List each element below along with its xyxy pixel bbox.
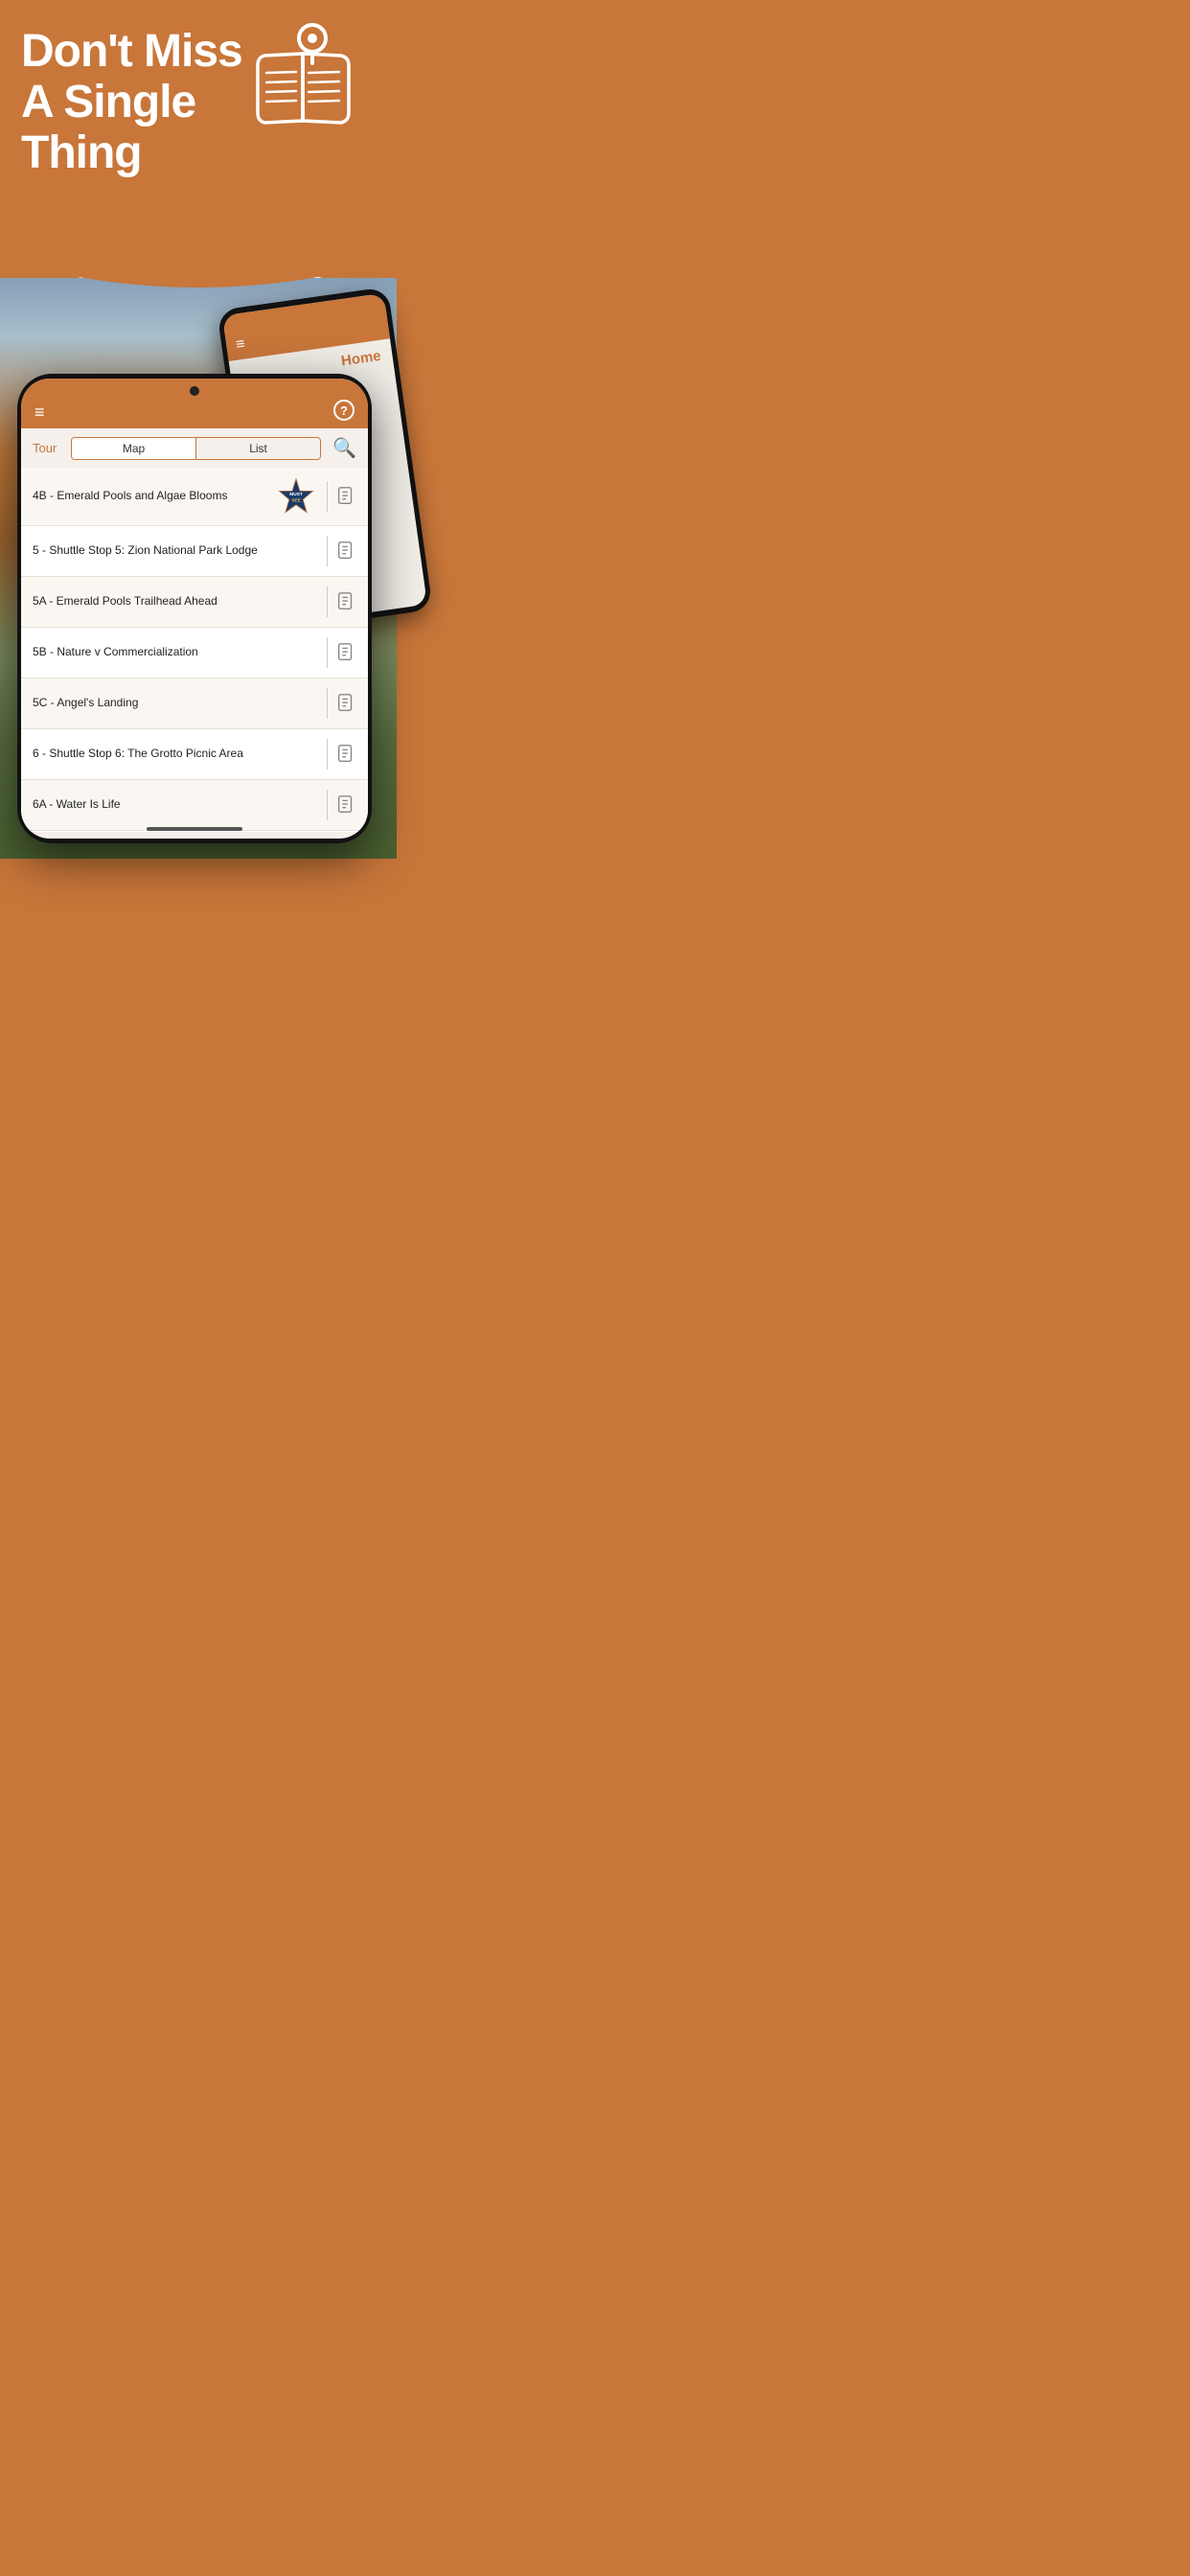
document-icon[interactable] bbox=[335, 794, 356, 816]
item-text: 6 - Shuttle Stop 6: The Grotto Picnic Ar… bbox=[33, 747, 319, 762]
main-phone-screen: ≡ ? Tour Map List 🔍 4B - Emerald Pools a… bbox=[21, 379, 368, 839]
background-hamburger-icon: ≡ bbox=[235, 336, 246, 355]
list-item[interactable]: 6A - Water Is Life bbox=[21, 780, 368, 831]
document-icon[interactable] bbox=[335, 642, 356, 663]
divider bbox=[327, 739, 329, 770]
document-icon[interactable] bbox=[335, 744, 356, 765]
list-item[interactable]: 5A - Emerald Pools Trailhead Ahead bbox=[21, 577, 368, 628]
item-text: 5B - Nature v Commercialization bbox=[33, 645, 319, 660]
divider bbox=[327, 688, 329, 719]
list-item[interactable]: 4B - Emerald Pools and Algae Blooms MUST… bbox=[21, 468, 368, 526]
tab-bar: Tour Map List 🔍 bbox=[21, 428, 368, 468]
hero-line2: A Single bbox=[21, 77, 195, 127]
svg-text:MUST: MUST bbox=[289, 492, 303, 497]
map-list-tabs: Map List bbox=[71, 437, 321, 460]
help-button[interactable]: ? bbox=[333, 400, 355, 421]
divider bbox=[327, 637, 329, 668]
divider bbox=[327, 586, 329, 617]
item-text: 5A - Emerald Pools Trailhead Ahead bbox=[33, 594, 319, 610]
main-phone: ≡ ? Tour Map List 🔍 4B - Emerald Pools a… bbox=[17, 374, 372, 843]
divider bbox=[327, 790, 329, 820]
tour-label: Tour bbox=[33, 441, 63, 455]
svg-text:SEE: SEE bbox=[291, 498, 301, 504]
stops-list: 4B - Emerald Pools and Algae Blooms MUST… bbox=[21, 468, 368, 832]
document-icon[interactable] bbox=[335, 693, 356, 714]
hamburger-menu-icon[interactable]: ≡ bbox=[34, 403, 45, 421]
tab-map[interactable]: Map bbox=[72, 438, 196, 459]
background-home-label: Home bbox=[340, 348, 382, 370]
camera-notch bbox=[190, 386, 199, 396]
hero-line3: Thing bbox=[21, 127, 142, 178]
list-item[interactable]: 7 - Temple of Sinawava MUST SEE bbox=[21, 831, 368, 832]
divider bbox=[327, 536, 329, 566]
divider bbox=[327, 481, 329, 512]
list-item[interactable]: 5 - Shuttle Stop 5: Zion National Park L… bbox=[21, 526, 368, 577]
item-text: 5 - Shuttle Stop 5: Zion National Park L… bbox=[33, 543, 319, 559]
guidebook-icon bbox=[243, 17, 368, 142]
hero-title: Don't Miss A Single Thing bbox=[21, 27, 242, 178]
home-indicator bbox=[147, 827, 242, 831]
tab-list[interactable]: List bbox=[196, 438, 320, 459]
must-see-badge: MUST SEE bbox=[277, 477, 315, 516]
search-icon[interactable]: 🔍 bbox=[332, 436, 356, 460]
list-item[interactable]: 5B - Nature v Commercialization bbox=[21, 628, 368, 678]
list-item[interactable]: 6 - Shuttle Stop 6: The Grotto Picnic Ar… bbox=[21, 729, 368, 780]
document-icon[interactable] bbox=[335, 486, 356, 507]
list-item[interactable]: 5C - Angel's Landing bbox=[21, 678, 368, 729]
document-icon[interactable] bbox=[335, 540, 356, 562]
item-text: 4B - Emerald Pools and Algae Blooms bbox=[33, 489, 273, 504]
item-text: 5C - Angel's Landing bbox=[33, 696, 319, 711]
document-icon[interactable] bbox=[335, 591, 356, 612]
hero-line1: Don't Miss bbox=[21, 26, 242, 77]
item-text: 6A - Water Is Life bbox=[33, 797, 319, 813]
